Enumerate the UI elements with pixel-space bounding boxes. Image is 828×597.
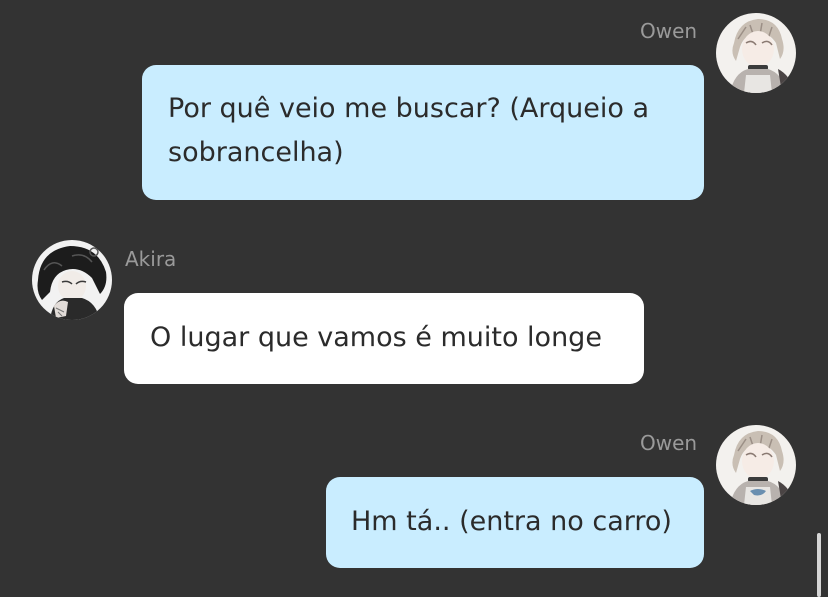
sender-name: Owen [640,19,698,43]
sender-name: Akira [125,247,177,271]
avatar-icon[interactable] [716,425,796,505]
avatar-icon[interactable] [32,240,112,320]
message-bubble[interactable]: Por quê veio me buscar? (Arqueio a sobra… [142,65,704,200]
sender-name: Owen [640,431,698,455]
message-bubble[interactable]: O lugar que vamos é muito longe [124,293,644,384]
chat-screen: { "messages": [ { "sender": "Owen", "dir… [0,0,828,597]
avatar-icon[interactable] [716,13,796,93]
scrollbar[interactable] [817,533,821,597]
message-bubble[interactable]: Hm tá.. (entra no carro) [326,477,704,568]
